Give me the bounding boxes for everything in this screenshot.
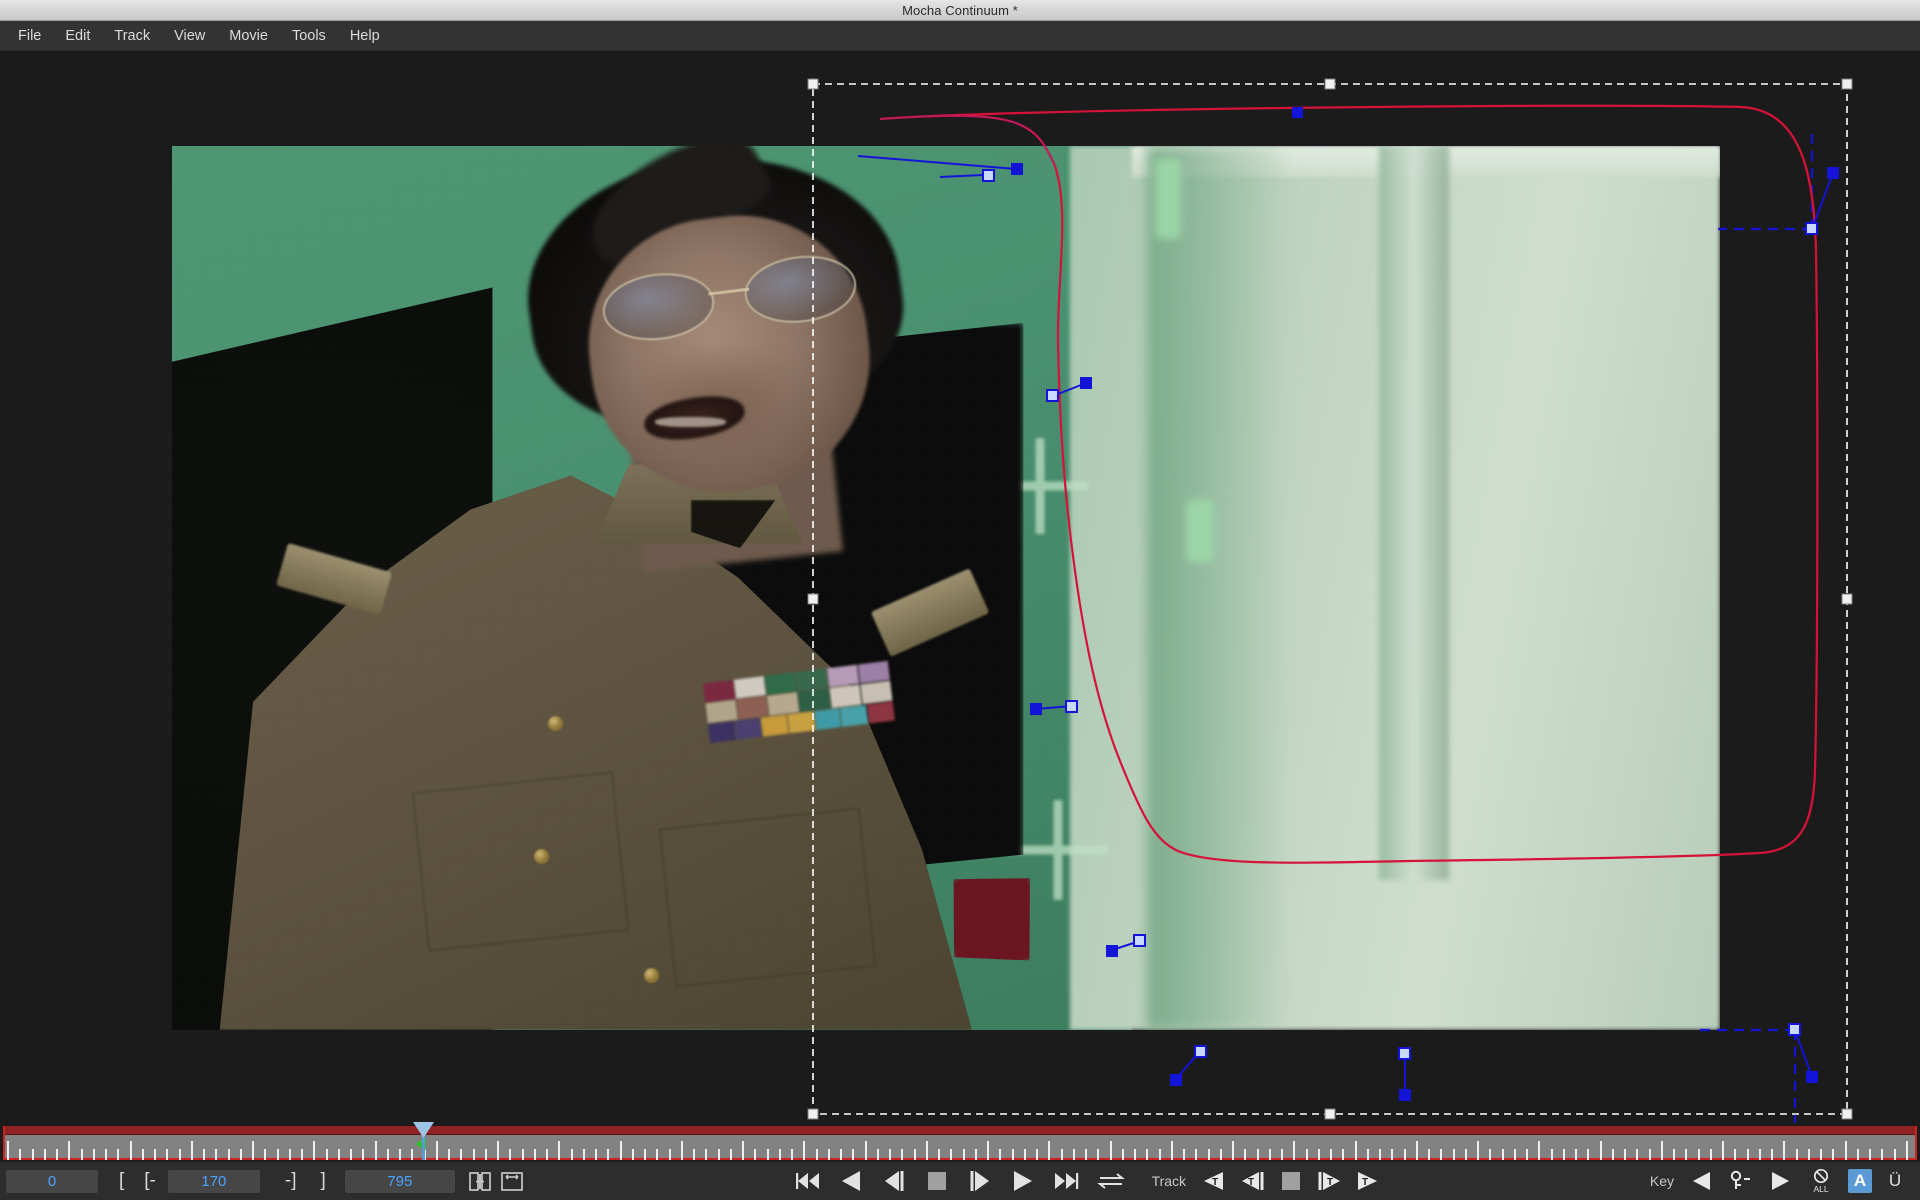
zoom-to-range-icon[interactable] — [499, 1168, 525, 1194]
glasses-left-lens — [599, 267, 719, 347]
timeline-ruler[interactable] — [3, 1122, 1917, 1160]
play-backward-icon[interactable] — [836, 1167, 866, 1195]
window-title: Mocha Continuum * — [902, 2, 1018, 18]
svg-text:T: T — [1327, 1177, 1333, 1188]
range-in-field[interactable]: 170 — [167, 1169, 260, 1193]
track-forward-icon[interactable]: T — [1354, 1167, 1382, 1195]
panel-tape-tab — [1154, 159, 1181, 240]
transport-controls — [793, 1167, 1128, 1195]
track-backward-icon[interactable]: T — [1200, 1167, 1228, 1195]
svg-text:T: T — [1248, 1177, 1254, 1188]
auto-key-button[interactable]: A — [1847, 1169, 1872, 1193]
current-frame-field[interactable]: 0 — [6, 1169, 98, 1193]
key-minus-icon[interactable] — [1728, 1167, 1754, 1195]
viewer-canvas[interactable] — [0, 51, 1920, 1123]
fit-to-range-icon[interactable] — [467, 1168, 493, 1194]
panel-vertical-strip — [1379, 146, 1450, 880]
menu-item-tools[interactable]: Tools — [280, 24, 338, 48]
panel-left-edge — [1147, 146, 1287, 1030]
glasses-right-lens — [741, 250, 861, 330]
menu-item-movie[interactable]: Movie — [217, 24, 280, 48]
timeline-ticks — [5, 1135, 1915, 1160]
menu-bar: File Edit Track View Movie Tools Help — [0, 21, 1920, 51]
menu-item-view[interactable]: View — [162, 24, 217, 48]
frame-image — [172, 146, 1720, 1030]
bottom-toolbar: 0 [ [- 170 -] ] 795 Track T T T T Key AL… — [0, 1161, 1920, 1200]
timeline-range-bar[interactable] — [5, 1126, 1915, 1135]
loop-icon[interactable] — [1094, 1167, 1128, 1195]
skip-forward-icon[interactable] — [1051, 1167, 1081, 1195]
video-frame — [172, 146, 1720, 1030]
menu-item-file[interactable]: File — [6, 24, 53, 48]
uniform-button — [534, 848, 550, 864]
track-step-backward-icon[interactable]: T — [1239, 1167, 1267, 1195]
svg-text:T: T — [1362, 1177, 1368, 1188]
step-backward-icon[interactable] — [879, 1167, 909, 1195]
track-step-forward-icon[interactable]: T — [1315, 1167, 1343, 1195]
set-in-point-button[interactable]: [ — [116, 1170, 127, 1192]
glasses-bridge — [708, 288, 750, 297]
title-bar: Mocha Continuum * — [0, 0, 1920, 21]
nudge-out-point-button[interactable]: -] — [282, 1170, 300, 1192]
nudge-in-point-button[interactable]: [- — [141, 1170, 159, 1192]
uniform-pocket — [411, 772, 629, 952]
delete-all-keys-sublabel: ALL — [1813, 1184, 1828, 1194]
subject-teeth — [654, 416, 727, 428]
track-controls: T T T T — [1200, 1167, 1382, 1195]
play-forward-icon[interactable] — [1008, 1167, 1038, 1195]
next-key-icon[interactable] — [1766, 1167, 1794, 1195]
uniform-pocket — [659, 807, 877, 988]
key-label: Key — [1649, 1173, 1674, 1189]
stop-icon[interactable] — [922, 1167, 952, 1195]
timeline-playhead[interactable] — [413, 1122, 434, 1160]
menu-item-track[interactable]: Track — [102, 24, 162, 48]
svg-text:T: T — [1212, 1177, 1218, 1188]
skip-back-icon[interactable] — [793, 1167, 823, 1195]
prev-key-icon[interactable] — [1688, 1167, 1716, 1195]
menu-item-edit[interactable]: Edit — [53, 24, 102, 48]
panel-tape-tab — [1185, 499, 1214, 562]
mocha-application-window: Mocha Continuum * File Edit Track View M… — [0, 0, 1920, 1200]
track-label: Track — [1151, 1173, 1187, 1189]
menu-item-help[interactable]: Help — [338, 24, 392, 48]
set-out-point-button[interactable]: ] — [318, 1170, 329, 1192]
range-out-field[interactable]: 795 — [344, 1169, 455, 1193]
delete-all-keys-icon[interactable]: ALL — [1806, 1166, 1836, 1196]
track-stop-icon[interactable] — [1278, 1168, 1304, 1194]
step-forward-icon[interactable] — [965, 1167, 995, 1195]
key-controls: ALL A Ü — [1688, 1166, 1906, 1196]
undo-key-button[interactable]: Ü — [1884, 1169, 1906, 1193]
timeline[interactable] — [0, 1122, 1920, 1161]
